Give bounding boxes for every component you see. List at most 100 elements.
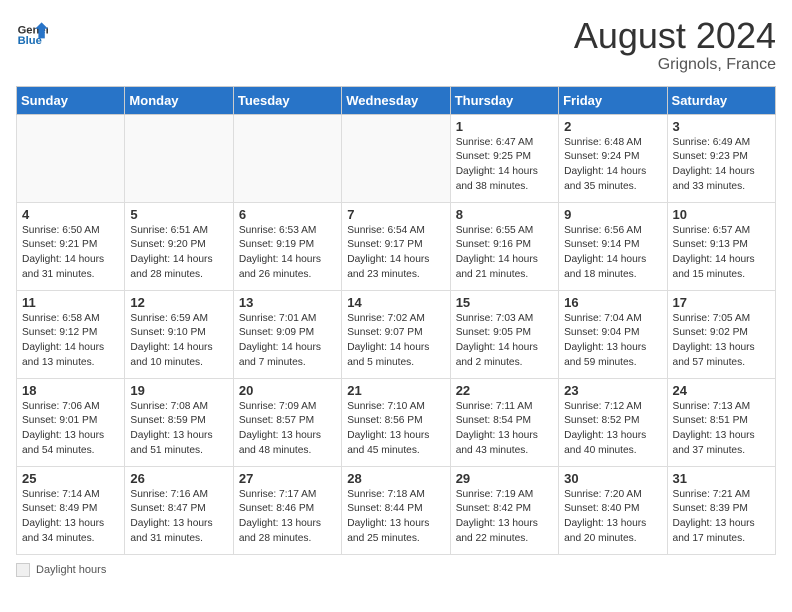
month-year-title: August 2024: [574, 16, 776, 56]
day-info: Sunrise: 7:11 AM Sunset: 8:54 PM Dayligh…: [456, 400, 553, 459]
day-number: 29: [456, 471, 553, 486]
calendar-cell: [17, 114, 125, 202]
day-info: Sunrise: 7:01 AM Sunset: 9:09 PM Dayligh…: [239, 312, 336, 371]
day-info: Sunrise: 7:02 AM Sunset: 9:07 PM Dayligh…: [347, 312, 444, 371]
weekday-header-tuesday: Tuesday: [233, 86, 341, 114]
calendar-cell: 12 Sunrise: 6:59 AM Sunset: 9:10 PM Dayli…: [125, 290, 233, 378]
day-number: 1: [456, 119, 553, 134]
calendar-cell: 13 Sunrise: 7:01 AM Sunset: 9:09 PM Dayli…: [233, 290, 341, 378]
weekday-header-sunday: Sunday: [17, 86, 125, 114]
calendar-cell: 5Sunrise: 6:51 AM Sunset: 9:20 PM Daylig…: [125, 202, 233, 290]
day-number: 19: [130, 383, 227, 398]
calendar-cell: 28 Sunrise: 7:18 AM Sunset: 8:44 PM Dayli…: [342, 466, 450, 554]
day-info: Sunrise: 7:04 AM Sunset: 9:04 PM Dayligh…: [564, 312, 661, 371]
day-info: Sunrise: 6:53 AM Sunset: 9:19 PM Dayligh…: [239, 224, 336, 283]
calendar-cell: 19 Sunrise: 7:08 AM Sunset: 8:59 PM Dayli…: [125, 378, 233, 466]
day-number: 8: [456, 207, 553, 222]
day-number: 23: [564, 383, 661, 398]
day-number: 17: [673, 295, 770, 310]
svg-text:Blue: Blue: [18, 35, 42, 47]
calendar-cell: 1Sunrise: 6:47 AM Sunset: 9:25 PM Daylig…: [450, 114, 558, 202]
day-number: 30: [564, 471, 661, 486]
day-number: 21: [347, 383, 444, 398]
day-info: Sunrise: 7:13 AM Sunset: 8:51 PM Dayligh…: [673, 400, 770, 459]
location-subtitle: Grignols, France: [574, 56, 776, 74]
calendar-cell: 4Sunrise: 6:50 AM Sunset: 9:21 PM Daylig…: [17, 202, 125, 290]
day-number: 15: [456, 295, 553, 310]
calendar-cell: 21 Sunrise: 7:10 AM Sunset: 8:56 PM Dayli…: [342, 378, 450, 466]
logo: General Blue: [16, 16, 48, 48]
calendar-cell: 27 Sunrise: 7:17 AM Sunset: 8:46 PM Dayli…: [233, 466, 341, 554]
calendar-table: SundayMondayTuesdayWednesdayThursdayFrid…: [16, 86, 776, 555]
calendar-cell: 15 Sunrise: 7:03 AM Sunset: 9:05 PM Dayli…: [450, 290, 558, 378]
day-number: 14: [347, 295, 444, 310]
day-info: Sunrise: 7:10 AM Sunset: 8:56 PM Dayligh…: [347, 400, 444, 459]
calendar-cell: [125, 114, 233, 202]
calendar-cell: [233, 114, 341, 202]
day-number: 10: [673, 207, 770, 222]
day-info: Sunrise: 7:03 AM Sunset: 9:05 PM Dayligh…: [456, 312, 553, 371]
calendar-week-3: 11 Sunrise: 6:58 AM Sunset: 9:12 PM Dayli…: [17, 290, 776, 378]
day-info: Sunrise: 7:21 AM Sunset: 8:39 PM Dayligh…: [673, 488, 770, 547]
day-info: Sunrise: 6:56 AM Sunset: 9:14 PM Dayligh…: [564, 224, 661, 283]
calendar-cell: 14 Sunrise: 7:02 AM Sunset: 9:07 PM Dayli…: [342, 290, 450, 378]
day-info: Sunrise: 6:48 AM Sunset: 9:24 PM Dayligh…: [564, 136, 661, 195]
day-number: 27: [239, 471, 336, 486]
day-info: Sunrise: 7:14 AM Sunset: 8:49 PM Dayligh…: [22, 488, 119, 547]
day-info: Sunrise: 7:18 AM Sunset: 8:44 PM Dayligh…: [347, 488, 444, 547]
calendar-cell: 26Sunrise: 7:16 AM Sunset: 8:47 PM Dayli…: [125, 466, 233, 554]
calendar-week-1: 1Sunrise: 6:47 AM Sunset: 9:25 PM Daylig…: [17, 114, 776, 202]
weekday-header-row: SundayMondayTuesdayWednesdayThursdayFrid…: [17, 86, 776, 114]
calendar-cell: 17Sunrise: 7:05 AM Sunset: 9:02 PM Dayli…: [667, 290, 775, 378]
page-header: General Blue August 2024 Grignols, Franc…: [16, 16, 776, 74]
calendar-week-2: 4Sunrise: 6:50 AM Sunset: 9:21 PM Daylig…: [17, 202, 776, 290]
day-info: Sunrise: 7:08 AM Sunset: 8:59 PM Dayligh…: [130, 400, 227, 459]
calendar-cell: 20 Sunrise: 7:09 AM Sunset: 8:57 PM Dayli…: [233, 378, 341, 466]
day-number: 3: [673, 119, 770, 134]
day-number: 16: [564, 295, 661, 310]
day-number: 20: [239, 383, 336, 398]
calendar-cell: 8Sunrise: 6:55 AM Sunset: 9:16 PM Daylig…: [450, 202, 558, 290]
calendar-cell: 18Sunrise: 7:06 AM Sunset: 9:01 PM Dayli…: [17, 378, 125, 466]
day-number: 12: [130, 295, 227, 310]
day-number: 6: [239, 207, 336, 222]
calendar-cell: 24Sunrise: 7:13 AM Sunset: 8:51 PM Dayli…: [667, 378, 775, 466]
day-number: 13: [239, 295, 336, 310]
day-number: 9: [564, 207, 661, 222]
day-number: 22: [456, 383, 553, 398]
calendar-cell: 22 Sunrise: 7:11 AM Sunset: 8:54 PM Dayli…: [450, 378, 558, 466]
calendar-cell: 31 Sunrise: 7:21 AM Sunset: 8:39 PM Dayli…: [667, 466, 775, 554]
calendar-cell: 2Sunrise: 6:48 AM Sunset: 9:24 PM Daylig…: [559, 114, 667, 202]
calendar-cell: 9 Sunrise: 6:56 AM Sunset: 9:14 PM Daylig…: [559, 202, 667, 290]
weekday-header-monday: Monday: [125, 86, 233, 114]
day-info: Sunrise: 7:19 AM Sunset: 8:42 PM Dayligh…: [456, 488, 553, 547]
day-info: Sunrise: 6:57 AM Sunset: 9:13 PM Dayligh…: [673, 224, 770, 283]
day-number: 31: [673, 471, 770, 486]
weekday-header-thursday: Thursday: [450, 86, 558, 114]
weekday-header-wednesday: Wednesday: [342, 86, 450, 114]
day-info: Sunrise: 6:59 AM Sunset: 9:10 PM Dayligh…: [130, 312, 227, 371]
weekday-header-saturday: Saturday: [667, 86, 775, 114]
title-block: August 2024 Grignols, France: [574, 16, 776, 74]
day-number: 7: [347, 207, 444, 222]
day-info: Sunrise: 6:58 AM Sunset: 9:12 PM Dayligh…: [22, 312, 119, 371]
day-number: 18: [22, 383, 119, 398]
weekday-header-friday: Friday: [559, 86, 667, 114]
day-info: Sunrise: 7:16 AM Sunset: 8:47 PM Dayligh…: [130, 488, 227, 547]
footer-icon: [16, 563, 30, 577]
calendar-week-4: 18Sunrise: 7:06 AM Sunset: 9:01 PM Dayli…: [17, 378, 776, 466]
day-number: 28: [347, 471, 444, 486]
day-info: Sunrise: 7:20 AM Sunset: 8:40 PM Dayligh…: [564, 488, 661, 547]
day-info: Sunrise: 7:09 AM Sunset: 8:57 PM Dayligh…: [239, 400, 336, 459]
calendar-cell: 16 Sunrise: 7:04 AM Sunset: 9:04 PM Dayli…: [559, 290, 667, 378]
calendar-cell: 10 Sunrise: 6:57 AM Sunset: 9:13 PM Dayli…: [667, 202, 775, 290]
day-info: Sunrise: 7:12 AM Sunset: 8:52 PM Dayligh…: [564, 400, 661, 459]
calendar-cell: 7Sunrise: 6:54 AM Sunset: 9:17 PM Daylig…: [342, 202, 450, 290]
footer-label: Daylight hours: [36, 564, 106, 576]
footer: Daylight hours: [16, 563, 776, 577]
day-number: 11: [22, 295, 119, 310]
calendar-cell: 29 Sunrise: 7:19 AM Sunset: 8:42 PM Dayli…: [450, 466, 558, 554]
calendar-cell: 30 Sunrise: 7:20 AM Sunset: 8:40 PM Dayli…: [559, 466, 667, 554]
day-number: 4: [22, 207, 119, 222]
day-info: Sunrise: 7:17 AM Sunset: 8:46 PM Dayligh…: [239, 488, 336, 547]
